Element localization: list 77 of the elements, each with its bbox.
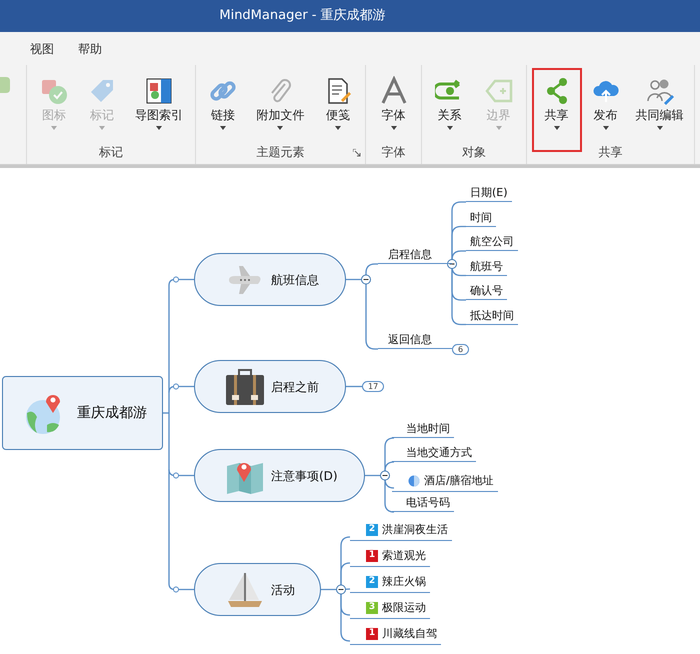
ribbon-button[interactable]: 共享 [532, 68, 582, 152]
subtopic-label[interactable]: 2 洪崖洞夜生活 [350, 519, 452, 541]
subtopic-label[interactable]: 日期(E) [466, 184, 512, 202]
subtopic-label[interactable]: 时间 [466, 208, 496, 226]
ribbon-button[interactable]: 发布 [584, 72, 626, 144]
topic-node[interactable]: 活动 [194, 563, 321, 616]
collapse-toggle[interactable] [447, 259, 457, 269]
subtopic-label[interactable]: 1 索道观光 [350, 545, 430, 567]
briefcase-icon [225, 366, 265, 406]
caret-icon [496, 126, 502, 130]
menu-item[interactable]: 帮助 [78, 40, 102, 58]
menu-item[interactable]: 视图 [30, 40, 54, 58]
connector-dot [173, 586, 179, 592]
subtopic-label[interactable]: 当地交通方式 [392, 444, 476, 462]
caret-icon [656, 126, 662, 130]
caret-icon [334, 126, 341, 130]
caret-icon [390, 126, 396, 130]
ribbon-button[interactable]: 字体 [372, 72, 414, 144]
collapse-toggle[interactable] [336, 584, 346, 594]
caret-icon [554, 126, 560, 130]
count-badge[interactable]: 6 [452, 344, 470, 354]
central-topic-title: 重庆成都游 [77, 404, 147, 422]
caret-icon [220, 126, 226, 130]
caret-icon [99, 126, 105, 130]
subtopic-label[interactable]: 确认号 [466, 282, 507, 300]
caret-icon [51, 126, 57, 130]
subtopic-label[interactable]: 1 川藏线自驾 [350, 623, 441, 645]
index-icon [144, 76, 174, 106]
dialog-launcher-icon[interactable] [353, 149, 361, 157]
collapse-toggle[interactable] [361, 274, 371, 284]
subtopic-label[interactable]: 2 辣庄火锅 [350, 571, 430, 593]
count-badge[interactable]: 17 [362, 381, 384, 392]
subtopic-label[interactable]: 酒店/膳宿地址 [392, 470, 498, 492]
caret-icon [446, 126, 452, 130]
subtopic-label[interactable]: 电话号码 [392, 494, 454, 512]
topic-title: 启程之前 [271, 378, 319, 396]
subtopic-label[interactable]: 启程信息 [378, 246, 452, 264]
priority-badge: 2 [366, 576, 378, 588]
topic-title: 航班信息 [271, 272, 319, 288]
ribbon-button[interactable]: 共同编辑 [630, 72, 690, 144]
topic-node[interactable]: 航班信息 [194, 253, 346, 306]
ribbon-button[interactable]: 导图索引 [129, 72, 189, 144]
ribbon-button[interactable]: 关系 [428, 72, 470, 144]
ribbon-button[interactable]: 附加文件 [250, 72, 310, 144]
group-label: 字体 [382, 145, 406, 160]
group-label: 对象 [462, 145, 486, 160]
connector-dot [173, 472, 179, 478]
group-label: 主题元素 [256, 145, 304, 160]
caret-icon [156, 126, 162, 130]
caret-icon [602, 126, 608, 130]
connector-dot [173, 384, 179, 390]
subtopic-label[interactable]: 3 极限运动 [350, 597, 430, 619]
caret-icon [277, 126, 284, 130]
group-label: 标记 [99, 145, 123, 160]
topic-title: 活动 [271, 582, 295, 598]
group-label: 共享 [598, 145, 622, 160]
priority-badge: 3 [366, 602, 378, 614]
subtopic-label[interactable]: 返回信息 [378, 331, 452, 349]
topic-node[interactable]: 注意事项(D) [194, 449, 365, 502]
font-icon [378, 76, 408, 106]
ribbon-button[interactable]: 链接 [202, 72, 244, 144]
priority-badge: 1 [366, 628, 378, 640]
topic-node[interactable]: 启程之前 [194, 360, 346, 413]
subtopic-label[interactable]: 抵达时间 [466, 306, 518, 324]
collapse-toggle[interactable] [380, 470, 390, 480]
topic-title: 注意事项(D) [271, 468, 338, 484]
subtopic-label[interactable]: 当地时间 [392, 420, 454, 438]
window-title: MindManager - 重庆成都游 [219, 7, 386, 26]
ribbon-button[interactable]: 便笺 [316, 72, 359, 144]
priority-badge: 2 [366, 524, 378, 536]
priority-badge: 1 [366, 550, 378, 562]
connector-line [346, 386, 362, 388]
central-topic[interactable]: 重庆成都游 [2, 376, 163, 450]
subtopic-label[interactable]: 航空公司 [466, 233, 518, 251]
subtopic-label[interactable]: 航班号 [466, 258, 507, 276]
connector-dot [173, 276, 179, 282]
half-circle-icon [408, 474, 420, 486]
